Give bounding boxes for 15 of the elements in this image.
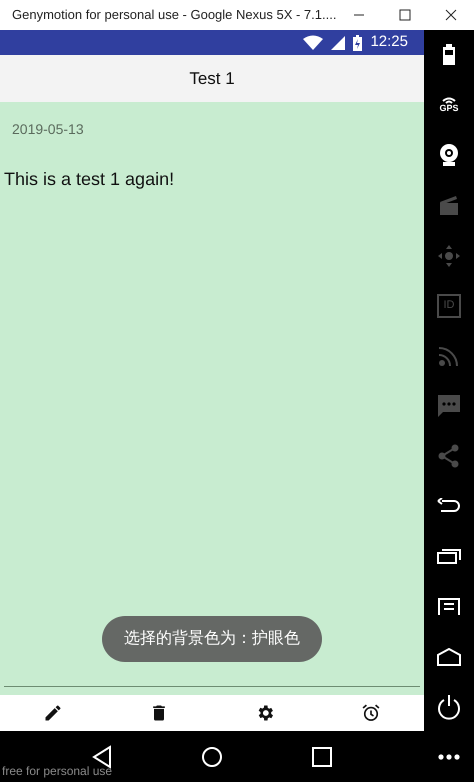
note-text: This is a test 1 again! <box>4 169 174 189</box>
clock-time: 12:25 <box>370 32 408 52</box>
toast-message: 选择的背景色为：护眼色 <box>102 616 322 662</box>
back-icon[interactable] <box>92 744 112 768</box>
home-icon[interactable] <box>200 746 223 768</box>
note-date: 2019-05-13 <box>12 121 84 137</box>
toolbar-title: Test 1 <box>189 68 235 90</box>
close-icon[interactable] <box>445 9 458 21</box>
maximize-icon[interactable] <box>399 9 412 21</box>
signal-icon <box>331 36 346 50</box>
license-note: free for personal use <box>2 763 112 780</box>
window-title: Genymotion for personal use - Google Nexus 5X - 7.1.... <box>12 6 336 24</box>
wifi-icon <box>303 35 324 50</box>
battery-icon <box>353 34 362 50</box>
recent-apps-icon[interactable] <box>312 746 332 766</box>
